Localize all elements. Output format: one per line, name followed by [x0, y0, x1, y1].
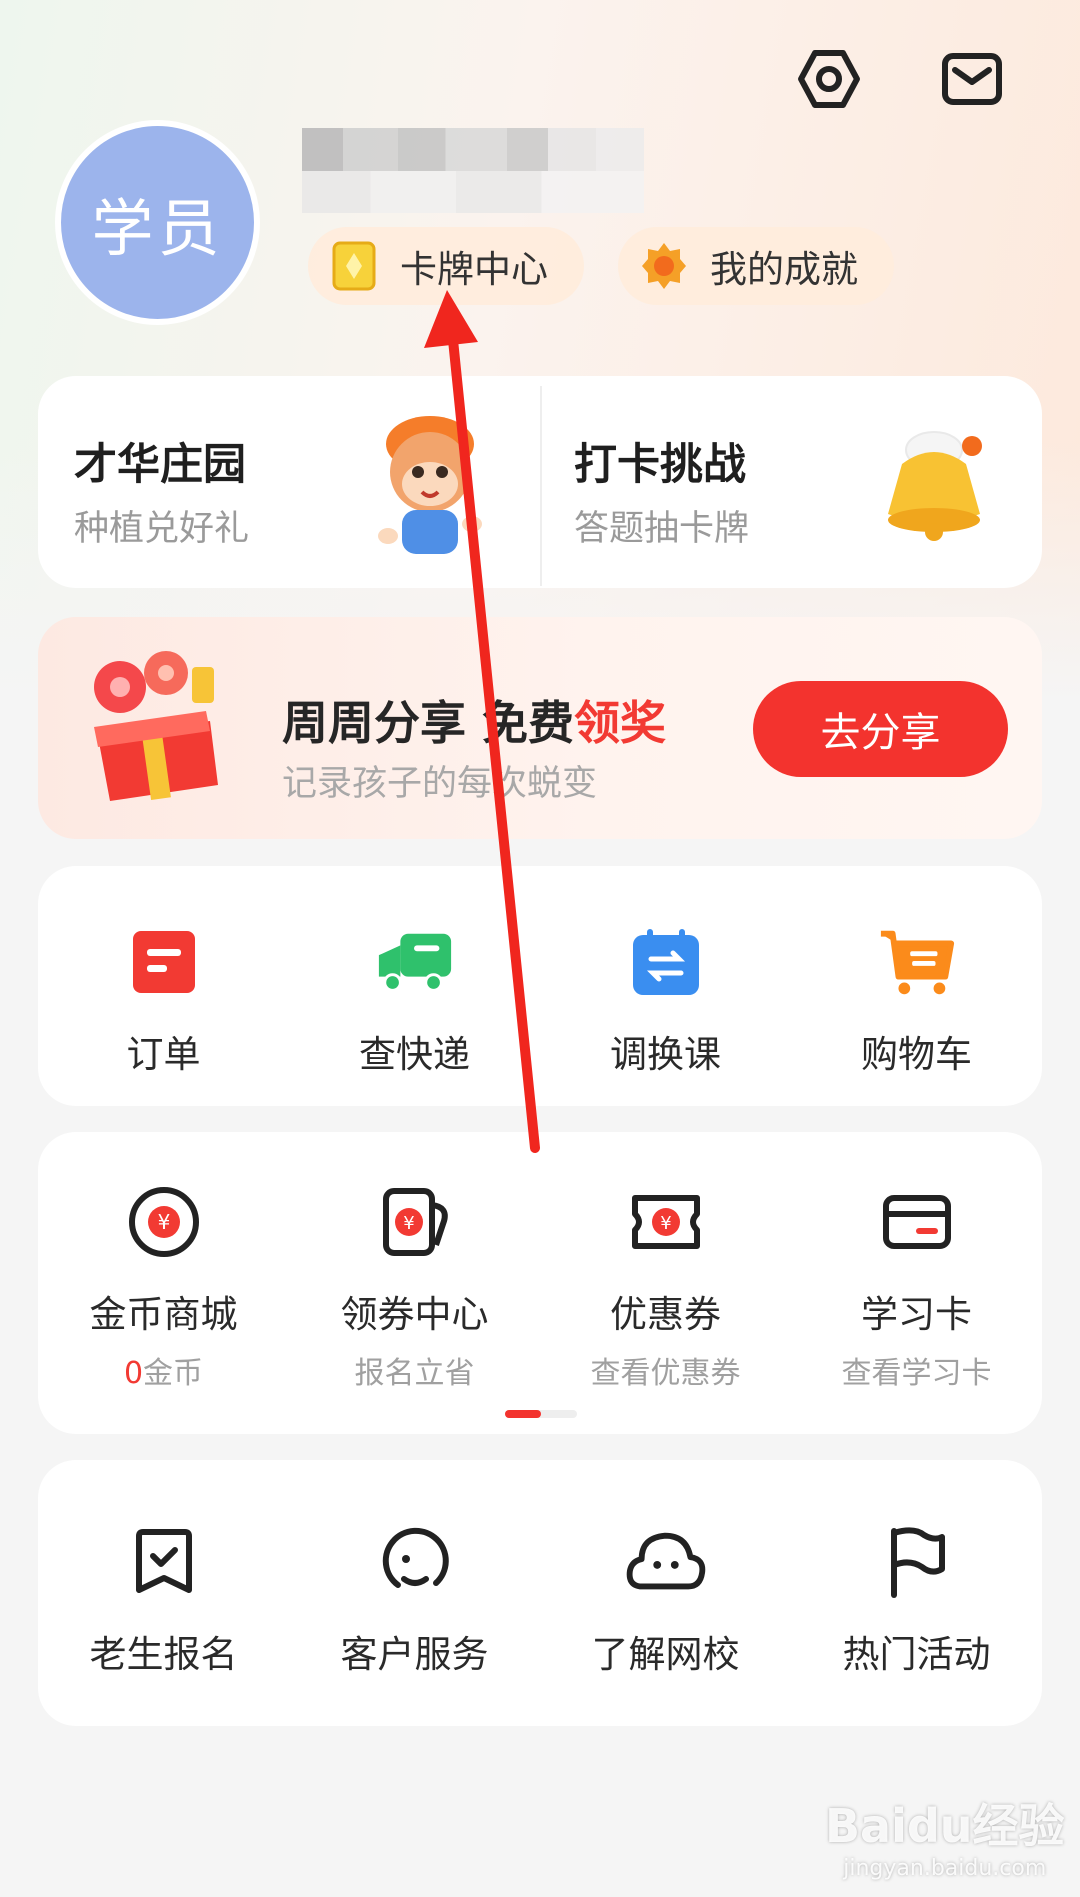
svg-text:¥: ¥ [403, 1213, 414, 1234]
swap-class-button[interactable]: 调换课 [540, 922, 791, 1078]
about-school-label: 了解网校 [591, 1633, 740, 1676]
username-blurred [302, 128, 644, 213]
swap-class-label: 调换课 [610, 1033, 721, 1076]
re-enroll-button[interactable]: 老生报名 [38, 1522, 289, 1678]
message-button[interactable] [927, 34, 1017, 124]
talent-manor-entry[interactable]: 才华庄园 种植兑好礼 [38, 376, 540, 588]
coupon-center-label: 领券中心 [340, 1293, 489, 1336]
baidu-watermark: Baidu经验 jingyan.baidu.com [825, 1790, 1065, 1881]
coin-mall-icon: ¥ [124, 1182, 204, 1262]
delivery-label: 查快递 [359, 1033, 470, 1076]
study-card-label: 学习卡 [861, 1293, 972, 1336]
coin-unit: 金币 [143, 1356, 204, 1391]
delivery-button[interactable]: 查快递 [289, 922, 540, 1078]
coin-mall-label: 金币商城 [89, 1293, 238, 1336]
shopping-cart-button[interactable]: 购物车 [791, 922, 1042, 1078]
coin-balance: 0金币 [124, 1348, 203, 1392]
mail-icon [942, 53, 1002, 105]
order-label: 订单 [126, 1033, 201, 1076]
checkin-challenge-title: 打卡挑战 [574, 440, 746, 490]
coupon-button[interactable]: ¥ 优惠券 查看优惠券 [540, 1182, 791, 1392]
features-card: 才华庄园 种植兑好礼 打卡挑战 答题抽卡牌 [38, 376, 1042, 588]
achievements-button[interactable]: 我的成就 [618, 227, 894, 305]
order-button[interactable]: 订单 [38, 922, 289, 1078]
re-enroll-label: 老生报名 [89, 1633, 238, 1676]
study-card-button[interactable]: 学习卡 查看学习卡 [791, 1182, 1042, 1392]
flag-icon [877, 1522, 957, 1602]
card-center-button[interactable]: 卡牌中心 [308, 227, 584, 305]
customer-service-icon [375, 1522, 455, 1602]
about-school-icon [626, 1522, 706, 1602]
hot-activities-button[interactable]: 热门活动 [791, 1522, 1042, 1678]
talent-manor-title: 才华庄园 [74, 440, 246, 490]
share-title-highlight: 领奖 [574, 696, 667, 750]
talent-manor-subtitle: 种植兑好礼 [74, 509, 250, 549]
coupon-icon: ¥ [626, 1182, 706, 1262]
about-school-button[interactable]: 了解网校 [540, 1522, 791, 1678]
watermark-url: jingyan.baidu.com [843, 1856, 1047, 1881]
page-indicator [505, 1410, 577, 1418]
coin-mall-button[interactable]: ¥ 金币商城 0金币 [38, 1182, 289, 1392]
svg-text:¥: ¥ [157, 1210, 170, 1234]
coupon-sub: 查看优惠券 [590, 1356, 741, 1391]
delivery-truck-icon [375, 922, 455, 1002]
checkin-challenge-entry[interactable]: 打卡挑战 答题抽卡牌 [542, 376, 1042, 588]
swap-class-icon [626, 922, 706, 1002]
share-title-prefix: 周周分享 免费 [282, 696, 575, 750]
settings-hexagon-icon [798, 50, 860, 108]
shopping-cart-label: 购物车 [861, 1033, 972, 1076]
share-subtitle: 记录孩子的每次蜕变 [282, 764, 598, 804]
share-banner: 周周分享 免费领奖 记录孩子的每次蜕变 去分享 [38, 617, 1042, 839]
avatar[interactable]: 学员 [55, 120, 260, 325]
checkin-challenge-subtitle: 答题抽卡牌 [574, 509, 750, 549]
monkey-mascot-icon [378, 416, 482, 554]
coupon-center-icon: ¥ [375, 1182, 455, 1262]
re-enroll-icon [124, 1522, 204, 1602]
avatar-text: 学员 [91, 191, 224, 265]
svg-text:¥: ¥ [660, 1213, 671, 1234]
coin-count: 0 [123, 1356, 144, 1391]
shopping-cart-icon [877, 922, 957, 1002]
services-card: 老生报名 客户服务 了解网校 热门活动 [38, 1460, 1042, 1726]
customer-service-button[interactable]: 客户服务 [289, 1522, 540, 1678]
study-card-sub: 查看学习卡 [841, 1356, 992, 1391]
study-card-icon [877, 1182, 957, 1262]
bell-icon [888, 431, 982, 541]
coupon-label: 优惠券 [610, 1293, 721, 1336]
medal-icon [640, 242, 688, 290]
customer-service-label: 客户服务 [340, 1633, 489, 1676]
wallet-card: ¥ 金币商城 0金币 ¥ 领券中心 报名立省 ¥ 优惠券 查看优惠券 学习卡 查… [38, 1132, 1042, 1434]
go-share-button[interactable]: 去分享 [753, 681, 1008, 777]
hot-activities-label: 热门活动 [842, 1633, 991, 1676]
quick-actions-card: 订单 查快递 调换课 购物车 [38, 866, 1042, 1106]
gift-box-icon [94, 651, 218, 801]
card-center-label: 卡牌中心 [400, 248, 548, 291]
achievements-label: 我的成就 [710, 248, 858, 291]
page-indicator-active [505, 1410, 541, 1418]
order-icon [124, 922, 204, 1002]
card-icon [330, 241, 378, 291]
coupon-center-button[interactable]: ¥ 领券中心 报名立省 [289, 1182, 540, 1392]
watermark-brand: Baidu经验 [825, 1799, 1065, 1853]
settings-button[interactable] [784, 34, 874, 124]
share-title: 周周分享 免费领奖 [282, 687, 666, 753]
coupon-center-sub: 报名立省 [354, 1356, 475, 1391]
header-background [0, 0, 1080, 700]
